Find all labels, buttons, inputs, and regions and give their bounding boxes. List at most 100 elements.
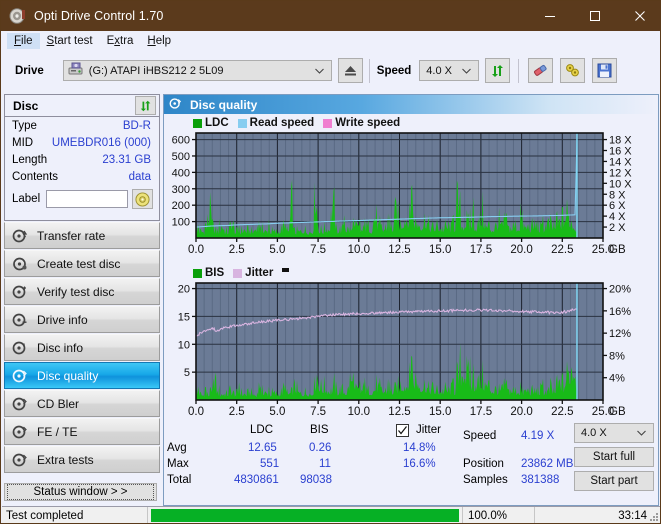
svg-text:18 X: 18 X [609, 135, 632, 147]
save-button[interactable] [592, 58, 618, 83]
left-panel: Disc Type BD-R MID UMEBDR016 (000) Lengt… [4, 94, 160, 506]
svg-text:2.5: 2.5 [229, 244, 245, 256]
refresh-icon [140, 100, 150, 111]
sidebar-item-verify-test-disc[interactable]: Verify test disc [4, 278, 160, 305]
menu-help[interactable]: Help [140, 33, 178, 49]
svg-text:8 X: 8 X [609, 189, 626, 201]
close-icon[interactable] [617, 1, 660, 31]
disc-extra-icon [12, 452, 28, 468]
disc-label-button[interactable] [132, 189, 154, 209]
legend-swatch [193, 118, 202, 128]
bis-chart: BIS Jitter 5 10 15 20 4% 8% 12% 16% 20% 0.0 2.5 5.0… [164, 265, 658, 420]
bis-plot: 5 10 15 20 4% 8% 12% 16% 20% 0.0 2.5 5.0 7.5 10.0 12.5… [178, 282, 631, 418]
erase-button[interactable] [528, 58, 554, 83]
svg-text:22.5: 22.5 [551, 406, 573, 418]
svg-text:100: 100 [172, 217, 190, 229]
sidebar-item-create-test-disc[interactable]: Create test disc [4, 250, 160, 277]
disc-value-length: 23.31 GB [102, 153, 151, 166]
maximize-icon[interactable] [572, 1, 617, 31]
ldc-chart: LDC Read speed Write speed 100 200 300 400 5… [164, 114, 658, 258]
stats-col-bis: BIS [310, 424, 329, 436]
svg-text:22.5: 22.5 [551, 244, 573, 256]
sidebar-item-disc-info[interactable]: Disc info [4, 334, 160, 361]
disc-key-contents: Contents [12, 170, 59, 183]
svg-text:GB: GB [609, 406, 626, 418]
sidebar-label: Transfer rate [37, 228, 106, 243]
drive-select[interactable]: (G:) ATAPI iHBS212 2 5L09 [62, 60, 332, 81]
elapsed-time: 33:14 [618, 509, 647, 522]
tools-button[interactable] [560, 58, 586, 83]
samples-value: 381388 [521, 474, 560, 486]
progress-percent: 100.0% [463, 507, 535, 523]
disc-info-box: Disc Type BD-R MID UMEBDR016 (000) Lengt… [4, 94, 160, 221]
svg-text:10.0: 10.0 [348, 406, 370, 418]
status-window-label: Status window > > [7, 484, 154, 500]
svg-text:400: 400 [172, 167, 190, 179]
svg-text:12 X: 12 X [609, 167, 632, 179]
disc-speed-icon [12, 228, 28, 244]
menu-extra[interactable]: Extra [100, 33, 141, 49]
speed-select[interactable]: 4.0 X [419, 60, 480, 81]
samples-label: Samples [463, 474, 508, 486]
test-speed-select[interactable]: 4.0 X [574, 423, 654, 443]
stats-max-jitter: 16.6% [403, 458, 436, 470]
legend-swatch [233, 268, 243, 278]
sidebar-label: FE / TE [37, 424, 78, 439]
refresh-button[interactable] [485, 58, 511, 83]
svg-text:7.5: 7.5 [310, 406, 326, 418]
tools-icon [565, 64, 579, 77]
disc-box-header: Disc [5, 95, 159, 117]
jitter-checkbox[interactable] [396, 424, 409, 437]
svg-text:20: 20 [178, 284, 190, 296]
legend-entry-ldc: LDC [193, 117, 229, 129]
svg-text:17.5: 17.5 [470, 406, 492, 418]
legend-entry-read-speed: Read speed [237, 117, 314, 129]
drive-value: (G:) ATAPI iHBS212 2 5L09 [88, 64, 224, 77]
sidebar-item-fe-te[interactable]: FE / TE [4, 418, 160, 445]
svg-text:12.5: 12.5 [388, 406, 410, 418]
progress-cell [148, 507, 463, 523]
window-title: Opti Drive Control 1.70 [34, 9, 164, 23]
sidebar-item-transfer-rate[interactable]: Transfer rate [4, 222, 160, 249]
svg-text:200: 200 [172, 200, 190, 212]
disc-refresh-button[interactable] [135, 96, 156, 115]
refresh-icon [491, 64, 503, 77]
menu-start-test[interactable]: Start test [40, 33, 100, 49]
jitter-label: Jitter [416, 424, 441, 436]
resize-grip-icon[interactable] [648, 511, 659, 522]
legend-swatch [193, 268, 202, 278]
start-part-button[interactable]: Start part [574, 471, 654, 491]
svg-text:8%: 8% [609, 350, 625, 362]
svg-text:16 X: 16 X [609, 146, 632, 158]
eject-button[interactable] [337, 58, 363, 83]
disc-fete-icon [12, 424, 28, 440]
nav-list: Transfer rate Create test disc Verify te… [4, 222, 160, 473]
start-full-button[interactable]: Start full [574, 447, 654, 467]
disc-label-row: Label [5, 187, 159, 211]
sidebar-item-disc-quality[interactable]: Disc quality [4, 362, 160, 389]
sidebar-item-extra-tests[interactable]: Extra tests [4, 446, 160, 473]
sidebar-label: Disc info [37, 340, 84, 355]
disc-label-input[interactable] [46, 190, 129, 208]
status-window-button[interactable]: Status window > > [4, 483, 157, 501]
stats-avg-bis: 0.26 [309, 442, 332, 454]
sidebar-label: Create test disc [37, 256, 121, 271]
chevron-down-icon [637, 427, 646, 439]
svg-text:10.0: 10.0 [348, 244, 370, 256]
stats-row-max: Max [167, 458, 189, 470]
sidebar-item-drive-info[interactable]: Drive info [4, 306, 160, 333]
disc-info-icon [12, 340, 28, 356]
minimize-icon[interactable] [527, 1, 572, 31]
svg-text:10 X: 10 X [609, 178, 632, 190]
disc-row-mid: MID UMEBDR016 (000) [5, 134, 159, 151]
disc-key-mid: MID [12, 136, 34, 149]
svg-text:5: 5 [184, 367, 190, 379]
disc-value-contents: data [128, 170, 151, 183]
sidebar-item-cd-bler[interactable]: CD Bler [4, 390, 160, 417]
ldc-legend: LDC Read speed Write speed [193, 116, 409, 130]
legend-entry-bis: BIS [193, 267, 224, 279]
save-icon [597, 63, 612, 78]
page-title: Disc quality [190, 97, 258, 112]
drive-device-icon [68, 62, 83, 79]
menu-file[interactable]: File [7, 32, 40, 49]
